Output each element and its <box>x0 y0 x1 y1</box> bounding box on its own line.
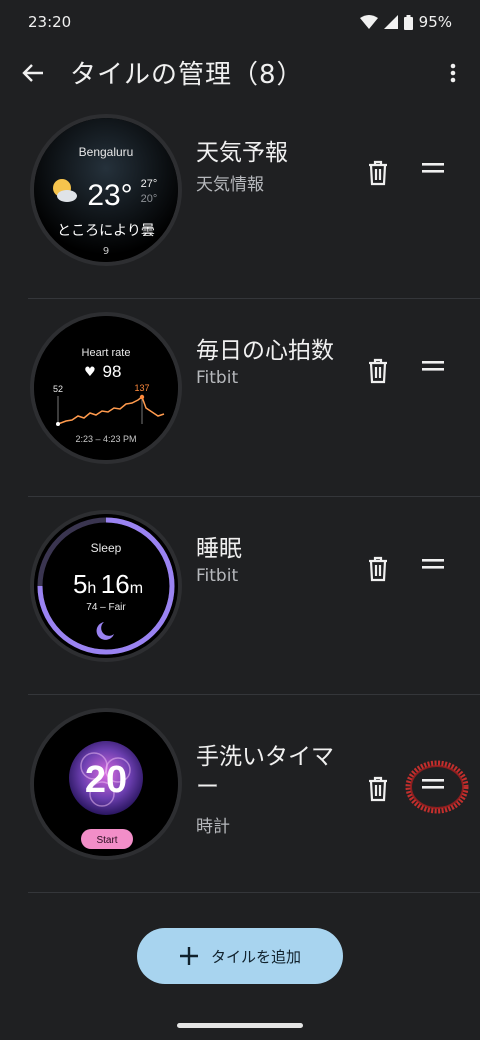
tile-row-sleep[interactable]: Sleep 5h 16m 74 – Fair 睡眠 Fitbit <box>28 496 480 695</box>
highlight-circle-annotation <box>405 760 469 814</box>
heart-rate-range: 2:23 – 4:23 PM <box>75 434 136 444</box>
status-icons: 95% <box>359 13 452 31</box>
trash-icon <box>369 776 387 802</box>
heart-rate-tile-preview: Heart rate ♥ 98 52 137 2:23 – 4:23 PM <box>30 312 182 464</box>
add-tile-button[interactable]: タイルを追加 <box>137 928 343 984</box>
app-bar: タイルの管理（8） <box>0 44 480 104</box>
tile-row-weather[interactable]: Bengaluru 23° 27° 20° ところにより曇 9 天気予報 天気情… <box>28 100 480 299</box>
home-indicator[interactable] <box>177 1023 303 1028</box>
weather-app-icon: 9 <box>103 246 109 257</box>
tile-row-handwash-timer[interactable]: 20 Start 手洗いタイマー 時計 <box>28 694 480 893</box>
drag-handle[interactable] <box>422 556 452 586</box>
weather-preview-graphic: Bengaluru 23° 27° 20° ところにより曇 9 <box>34 118 178 262</box>
delete-tile-button[interactable] <box>366 358 396 388</box>
delete-tile-button[interactable] <box>366 776 396 806</box>
timer-count: 20 <box>85 759 127 801</box>
tile-name: 毎日の心拍数 <box>196 338 334 364</box>
status-bar: 23:20 95% <box>0 0 480 44</box>
heart-rate-preview-graphic: Heart rate ♥ 98 52 137 2:23 – 4:23 PM <box>34 316 178 460</box>
back-button[interactable] <box>18 58 48 88</box>
cloud-icon <box>57 190 77 202</box>
drag-handle-icon <box>422 559 444 569</box>
heart-rate-min: 52 <box>53 384 63 394</box>
status-time: 23:20 <box>28 13 72 31</box>
more-vert-icon <box>450 63 456 83</box>
weather-high: 27° <box>141 178 158 190</box>
weather-city: Bengaluru <box>79 145 134 159</box>
tile-name: 手洗いタイマー <box>196 744 334 800</box>
handwash-preview-graphic: 20 Start <box>34 712 178 856</box>
delete-tile-button[interactable] <box>366 160 396 190</box>
battery-icon <box>403 14 413 30</box>
sleep-preview-graphic: Sleep 5h 16m 74 – Fair <box>34 514 178 658</box>
weather-low: 20° <box>141 193 158 205</box>
tile-source: 天気情報 <box>196 175 264 195</box>
cell-signal-icon <box>383 15 398 29</box>
sleep-hours: 5 <box>73 569 87 599</box>
tile-row-heart-rate[interactable]: Heart rate ♥ 98 52 137 2:23 – 4:23 PM 毎日… <box>28 298 480 497</box>
trash-icon <box>369 556 387 582</box>
delete-tile-button[interactable] <box>366 556 396 586</box>
drag-handle-icon <box>422 361 444 371</box>
page-title: タイルの管理（8） <box>70 60 304 90</box>
weather-condition: ところにより曇 <box>57 223 155 239</box>
tile-source: Fitbit <box>196 566 239 586</box>
tile-source: Fitbit <box>196 368 239 388</box>
heart-icon: ♥ <box>84 365 96 380</box>
trash-icon <box>369 358 387 384</box>
sleep-hours-unit: h <box>87 580 96 597</box>
weather-temp: 23° <box>87 179 132 212</box>
heart-rate-title: Heart rate <box>82 347 131 359</box>
sleep-tile-preview: Sleep 5h 16m 74 – Fair <box>30 510 182 662</box>
wifi-icon <box>359 15 378 29</box>
heart-rate-bpm: 98 <box>103 362 122 381</box>
drag-handle-icon <box>422 163 444 173</box>
sleep-minutes: 16 <box>101 569 130 599</box>
weather-tile-preview: Bengaluru 23° 27° 20° ところにより曇 9 <box>30 114 182 266</box>
tile-source: 時計 <box>196 817 230 837</box>
plus-icon <box>179 947 198 965</box>
tile-name: 睡眠 <box>196 536 242 562</box>
drag-handle[interactable] <box>422 160 452 190</box>
handwash-tile-preview: 20 Start <box>30 708 182 860</box>
tile-name: 天気予報 <box>196 140 288 166</box>
sleep-minutes-unit: m <box>130 580 143 597</box>
sleep-title: Sleep <box>91 541 122 555</box>
more-options-button[interactable] <box>438 58 468 88</box>
heart-rate-max: 137 <box>134 383 149 393</box>
sleep-score: 74 – Fair <box>86 602 126 613</box>
battery-percent: 95% <box>418 13 452 31</box>
back-arrow-icon <box>22 64 43 82</box>
add-tile-label: タイルを追加 <box>210 947 301 966</box>
start-button-label: Start <box>96 835 117 846</box>
drag-handle[interactable] <box>422 358 452 388</box>
trash-icon <box>369 160 387 186</box>
